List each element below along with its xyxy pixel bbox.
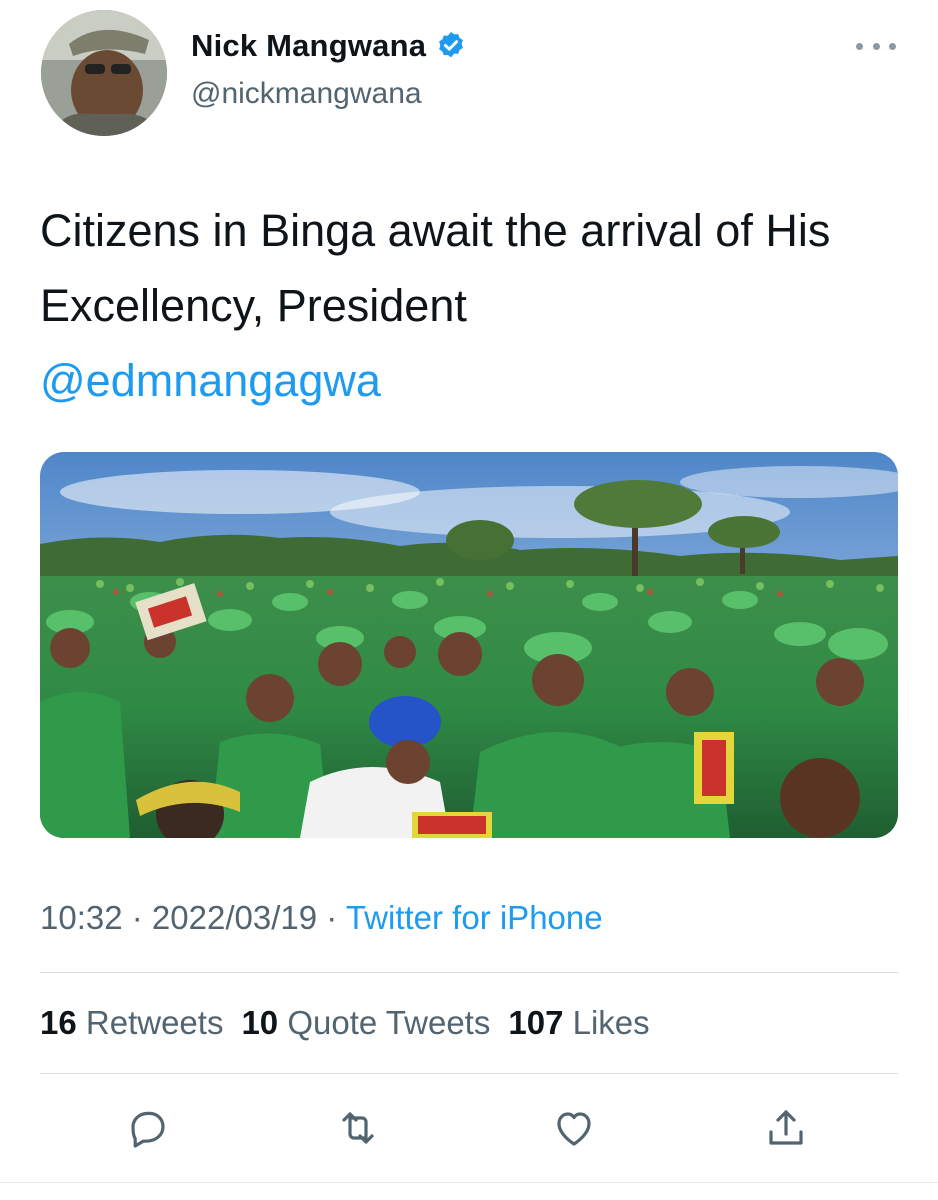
- bottom-divider: [0, 1182, 938, 1183]
- tweet-text: Citizens in Binga await the arrival of H…: [40, 193, 900, 418]
- avatar-image: [41, 10, 167, 136]
- retweets-stat[interactable]: 16 Retweets: [40, 1004, 223, 1041]
- author-row[interactable]: Nick Mangwana: [191, 28, 467, 64]
- author-handle[interactable]: @nickmangwana: [191, 77, 422, 111]
- share-icon[interactable]: [762, 1104, 810, 1152]
- tweet-source[interactable]: Twitter for iPhone: [346, 899, 603, 936]
- tweet-date[interactable]: 2022/03/19: [152, 899, 317, 936]
- tweet-body: Citizens in Binga await the arrival of H…: [40, 205, 831, 331]
- likes-count: 107: [508, 1004, 564, 1041]
- retweet-icon[interactable]: [334, 1104, 382, 1152]
- tweet-time[interactable]: 10:32: [40, 899, 123, 936]
- tweet-stats: 16 Retweets 10 Quote Tweets 107 Likes: [40, 1004, 668, 1042]
- reply-icon[interactable]: [124, 1104, 172, 1152]
- tweet-photo[interactable]: [40, 452, 898, 838]
- more-options-icon[interactable]: [856, 36, 896, 56]
- likes-label: Likes: [572, 1004, 650, 1041]
- meta-separator: ·: [122, 899, 152, 936]
- verified-badge-icon: [435, 30, 467, 62]
- retweets-label: Retweets: [85, 1004, 224, 1041]
- like-icon[interactable]: [550, 1104, 598, 1152]
- tweet-meta: 10:32 · 2022/03/19 · Twitter for iPhone: [40, 899, 603, 937]
- divider-top: [40, 972, 898, 973]
- retweets-count: 16: [40, 1004, 77, 1041]
- crowd-photo-icon: [40, 452, 898, 838]
- likes-stat[interactable]: 107 Likes: [508, 1004, 649, 1041]
- action-bar: [0, 1104, 938, 1154]
- quotes-count: 10: [241, 1004, 279, 1041]
- mention-link[interactable]: @edmnangagwa: [40, 343, 900, 418]
- divider-bottom: [40, 1073, 898, 1074]
- avatar[interactable]: [41, 10, 167, 136]
- quotes-label: Quote Tweets: [287, 1004, 491, 1041]
- quotes-stat[interactable]: 10 Quote Tweets: [241, 1004, 490, 1041]
- author-name[interactable]: Nick Mangwana: [191, 28, 426, 64]
- meta-separator-2: ·: [317, 899, 346, 936]
